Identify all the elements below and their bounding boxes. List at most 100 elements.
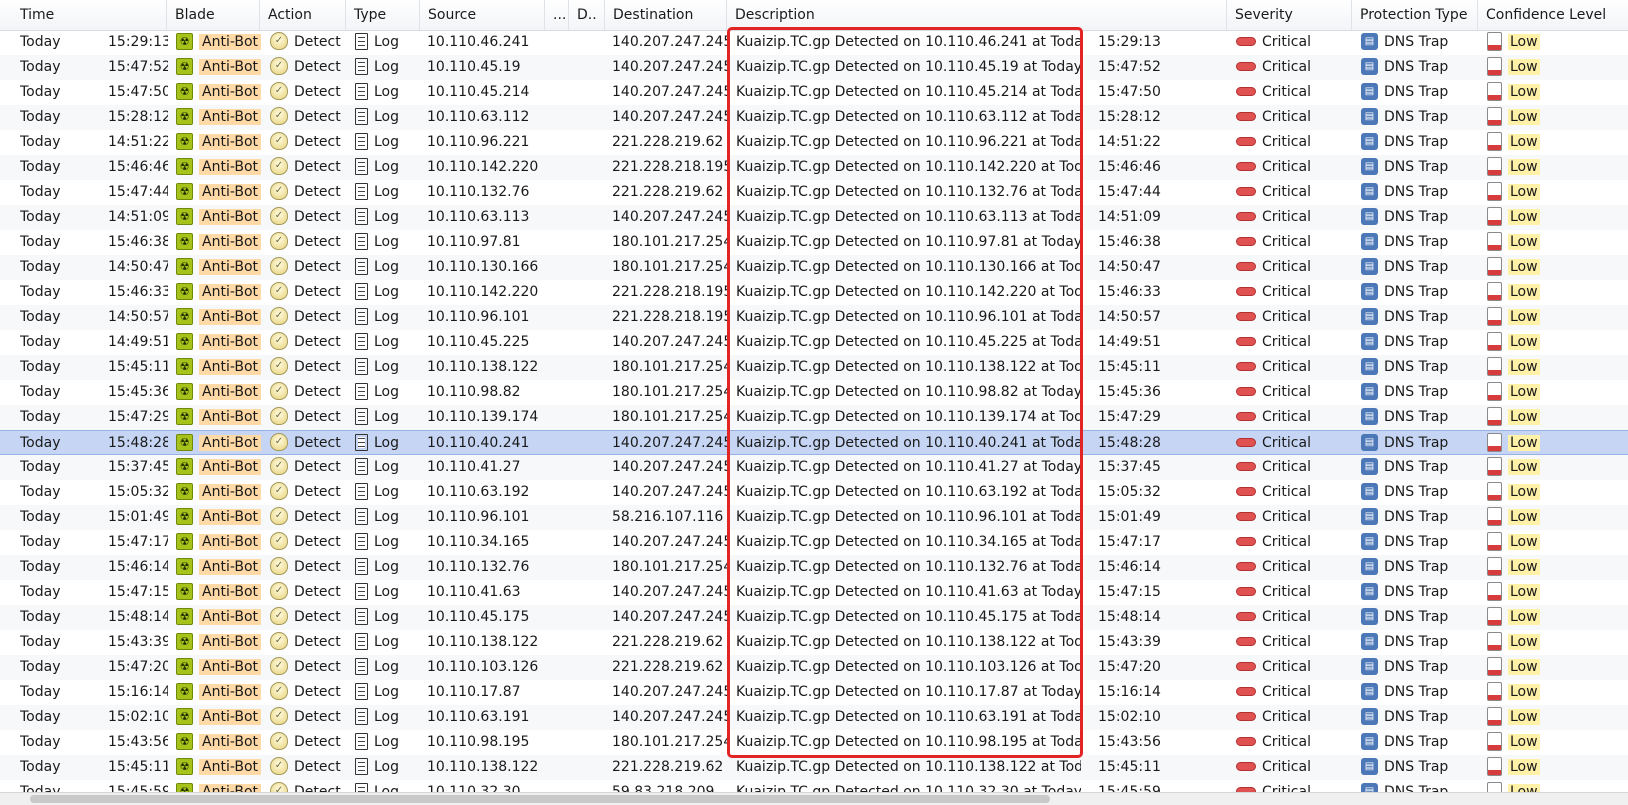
column-header-destination[interactable]: Destination: [605, 0, 727, 30]
column-header-description[interactable]: Description: [727, 0, 1227, 30]
cell-destination-text: 221.228.219.62: [612, 634, 724, 650]
cell-source-text: 10.110.130.166: [427, 259, 539, 275]
cell-confidence-level-text: Low: [1508, 384, 1540, 400]
table-row[interactable]: Today 15:01:49 ☢ Anti-Bot ✓ Detect Log 10.110.9…: [0, 505, 1628, 530]
table-row[interactable]: Today 14:50:57 ☢ Anti-Bot ✓ Detect Log 10.110.9…: [0, 305, 1628, 330]
shield-detect-icon: ✓: [270, 232, 288, 250]
table-row[interactable]: Today 15:28:12 ☢ Anti-Bot ✓ Detect Log 10.110.6…: [0, 105, 1628, 130]
column-header-collapsed-1[interactable]: ...: [545, 0, 569, 30]
cell-description-time-text: 15:48:14: [1098, 609, 1161, 625]
chat-bubble-icon: ▤: [1361, 657, 1378, 675]
cell-protection-type-text: DNS Trap: [1384, 759, 1449, 775]
cell-description-time-text: 15:47:50: [1098, 84, 1161, 100]
cell-protection-type: ▤ DNS Trap: [1361, 230, 1476, 255]
table-row[interactable]: Today 15:29:13 ☢ Anti-Bot ✓ Detect Log 10.110.4…: [0, 30, 1628, 55]
cell-description: Kuaizip.TC.gp Detected on 10.110.63.192 …: [736, 480, 1081, 505]
table-row[interactable]: Today 15:43:56 ☢ Anti-Bot ✓ Detect Log 10.110.9…: [0, 730, 1628, 755]
cell-destination-text: 140.207.247.245: [612, 609, 727, 625]
column-header-time[interactable]: Time: [12, 0, 167, 30]
table-row[interactable]: Today 15:46:14 ☢ Anti-Bot ✓ Detect Log 10.110.1…: [0, 555, 1628, 580]
cell-type-text: Log: [374, 134, 400, 150]
cell-time-text: 15:46:38: [108, 234, 168, 250]
table-row[interactable]: Today 15:45:11 ☢ Anti-Bot ✓ Detect Log 10.110.1…: [0, 755, 1628, 780]
cell-description-time-text: 15:46:38: [1098, 234, 1161, 250]
cell-destination: 140.207.247.245: [612, 105, 727, 130]
table-row[interactable]: Today 15:47:44 ☢ Anti-Bot ✓ Detect Log 10.110.1…: [0, 180, 1628, 205]
table-row[interactable]: Today 14:50:47 ☢ Anti-Bot ✓ Detect Log 10.110.1…: [0, 255, 1628, 280]
cell-source: 10.110.139.174: [427, 405, 542, 430]
cell-confidence-level: Low: [1487, 280, 1607, 305]
column-header-confidence-level[interactable]: Confidence Level: [1478, 0, 1628, 30]
confidence-low-icon: [1487, 581, 1502, 601]
cell-date: Today: [20, 305, 100, 330]
cell-confidence-level-text: Low: [1508, 584, 1540, 600]
cell-action-text: Detect: [294, 584, 341, 600]
cell-confidence-level-text: Low: [1508, 484, 1540, 500]
cell-description: Kuaizip.TC.gp Detected on 10.110.96.101 …: [736, 305, 1081, 330]
radiation-icon: ☢: [176, 507, 193, 525]
confidence-low-icon: [1487, 432, 1502, 452]
table-row[interactable]: Today 14:49:51 ☢ Anti-Bot ✓ Detect Log 10.110.4…: [0, 330, 1628, 355]
cell-severity: Critical: [1236, 730, 1351, 755]
table-row[interactable]: Today 15:47:15 ☢ Anti-Bot ✓ Detect Log 10.110.4…: [0, 580, 1628, 605]
horizontal-scrollbar[interactable]: [0, 792, 1628, 805]
table-row[interactable]: Today 15:47:29 ☢ Anti-Bot ✓ Detect Log 10.110.1…: [0, 405, 1628, 430]
table-row[interactable]: Today 15:02:10 ☢ Anti-Bot ✓ Detect Log 10.110.6…: [0, 705, 1628, 730]
column-header-blade[interactable]: Blade: [167, 0, 260, 30]
cell-source-text: 10.110.45.225: [427, 334, 530, 350]
cell-destination: 140.207.247.245: [612, 455, 727, 480]
shield-detect-icon: ✓: [270, 282, 288, 300]
shield-detect-icon: ✓: [270, 132, 288, 150]
table-row[interactable]: Today 15:05:32 ☢ Anti-Bot ✓ Detect Log 10.110.6…: [0, 480, 1628, 505]
cell-blade-text: Anti-Bot: [199, 59, 262, 75]
cell-time: 15:47:50: [108, 80, 168, 105]
table-row[interactable]: Today 15:16:14 ☢ Anti-Bot ✓ Detect Log 10.110.1…: [0, 680, 1628, 705]
column-header-action[interactable]: Action: [260, 0, 346, 30]
table-row[interactable]: Today 15:43:39 ☢ Anti-Bot ✓ Detect Log 10.110.1…: [0, 630, 1628, 655]
cell-blade: ☢ Anti-Bot: [176, 180, 264, 205]
table-row[interactable]: Today 15:46:46 ☢ Anti-Bot ✓ Detect Log 10.110.1…: [0, 155, 1628, 180]
cell-type: Log: [355, 130, 415, 155]
cell-time: 15:29:13: [108, 30, 168, 55]
table-row[interactable]: Today 14:51:09 ☢ Anti-Bot ✓ Detect Log 10.110.6…: [0, 205, 1628, 230]
cell-confidence-level: Low: [1487, 655, 1607, 680]
cell-protection-type-text: DNS Trap: [1384, 184, 1449, 200]
table-row[interactable]: Today 15:46:38 ☢ Anti-Bot ✓ Detect Log 10.110.9…: [0, 230, 1628, 255]
table-row[interactable]: Today 15:37:45 ☢ Anti-Bot ✓ Detect Log 10.110.4…: [0, 455, 1628, 480]
column-header-type[interactable]: Type: [346, 0, 420, 30]
table-row[interactable]: Today 15:47:17 ☢ Anti-Bot ✓ Detect Log 10.110.3…: [0, 530, 1628, 555]
table-row[interactable]: Today 15:48:14 ☢ Anti-Bot ✓ Detect Log 10.110.4…: [0, 605, 1628, 630]
cell-blade-text: Anti-Bot: [199, 684, 262, 700]
cell-type: Log: [355, 431, 415, 456]
cell-description-time-text: 15:46:33: [1098, 284, 1161, 300]
radiation-icon: ☢: [176, 357, 193, 375]
table-row[interactable]: Today 15:47:20 ☢ Anti-Bot ✓ Detect Log 10.110.1…: [0, 655, 1628, 680]
table-row[interactable]: Today 15:48:28 ☢ Anti-Bot ✓ Detect Log 10.110.4…: [0, 430, 1628, 455]
cell-source-text: 10.110.41.63: [427, 584, 521, 600]
cell-blade: ☢ Anti-Bot: [176, 655, 264, 680]
cell-source: 10.110.41.27: [427, 455, 542, 480]
table-row[interactable]: Today 15:45:11 ☢ Anti-Bot ✓ Detect Log 10.110.1…: [0, 355, 1628, 380]
scrollbar-thumb[interactable]: [30, 795, 1050, 803]
column-header-protection-type[interactable]: Protection Type: [1352, 0, 1478, 30]
cell-time-text: 15:45:11: [108, 359, 168, 375]
column-header-source[interactable]: Source: [420, 0, 545, 30]
cell-type: Log: [355, 405, 415, 430]
column-header-severity[interactable]: Severity: [1227, 0, 1352, 30]
cell-date-text: Today: [20, 84, 61, 100]
cell-description-time: 15:16:14: [1098, 680, 1188, 705]
cell-type: Log: [355, 80, 415, 105]
table-row[interactable]: Today 14:51:22 ☢ Anti-Bot ✓ Detect Log 10.110.9…: [0, 130, 1628, 155]
cell-protection-type: ▤ DNS Trap: [1361, 280, 1476, 305]
cell-destination-text: 140.207.247.245: [612, 84, 727, 100]
column-header-collapsed-2[interactable]: D..: [569, 0, 605, 30]
chat-bubble-icon: ▤: [1361, 282, 1378, 300]
confidence-low-icon: [1487, 606, 1502, 626]
table-row[interactable]: Today 15:47:52 ☢ Anti-Bot ✓ Detect Log 10.110.4…: [0, 55, 1628, 80]
cell-source: 10.110.97.81: [427, 230, 542, 255]
table-row[interactable]: Today 15:45:36 ☢ Anti-Bot ✓ Detect Log 10.110.9…: [0, 380, 1628, 405]
confidence-low-icon: [1487, 231, 1502, 251]
cell-action: ✓ Detect: [270, 505, 350, 530]
table-row[interactable]: Today 15:46:33 ☢ Anti-Bot ✓ Detect Log 10.110.1…: [0, 280, 1628, 305]
table-row[interactable]: Today 15:47:50 ☢ Anti-Bot ✓ Detect Log 10.110.4…: [0, 80, 1628, 105]
